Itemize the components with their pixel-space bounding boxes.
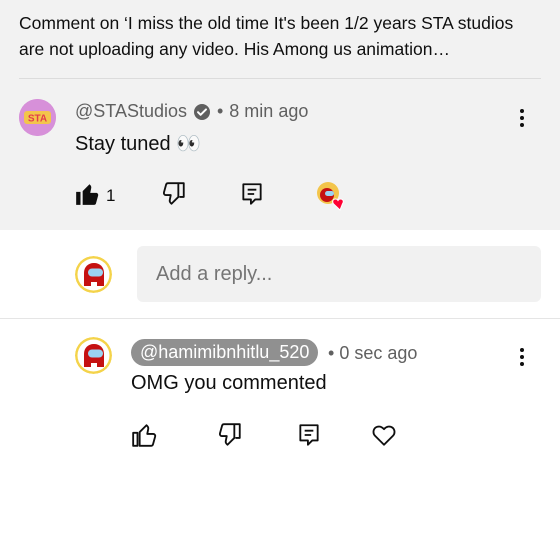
thumbs-up-icon [132,424,157,447]
sta-logo-icon: STA [19,99,56,136]
parent-comment-preview[interactable]: Comment on ‘I miss the old time It's bee… [19,10,541,62]
comment-meta: @STAStudios • 8 min ago [75,101,308,122]
avatar[interactable] [75,337,112,374]
comment-text: OMG you commented [131,372,327,394]
author-name[interactable]: @STAStudios [75,101,187,122]
mention-chip[interactable]: @hamimibnhitlu_520 [131,339,319,366]
kebab-dot [520,116,524,120]
creator-heart [315,181,347,211]
divider [0,318,560,319]
thumbs-down-icon [218,423,241,446]
divider [19,78,541,79]
kebab-dot [520,123,524,127]
comment-icon [299,424,319,446]
heart-outline-icon [372,425,396,446]
like-button[interactable] [131,422,157,448]
crewmate-avatar-icon [75,337,112,374]
kebab-dot [520,355,524,359]
comment-time: 8 min ago [229,101,309,121]
kebab-dot [520,109,524,113]
more-options-button[interactable] [510,342,534,372]
comment-icon [242,183,262,205]
reply-input[interactable] [137,246,541,302]
verified-badge-icon [193,103,211,121]
comment-time-value: 0 sec ago [339,343,418,363]
separator-dot: • [328,343,335,363]
dislike-button[interactable] [217,422,243,448]
thumbs-down-icon [162,182,185,205]
comment-text: Stay tuned 👀 [75,133,202,155]
reply-button[interactable] [296,422,322,448]
creator-heart-icon [317,182,344,211]
comment-time: • 0 sec ago [328,343,417,364]
like-count: 1 [106,186,116,205]
crewmate-avatar-icon [75,256,112,293]
avatar[interactable]: STA [19,99,56,136]
avatar[interactable] [75,256,112,293]
like-button[interactable] [74,181,100,207]
avatar-logo-text: STA [28,114,47,125]
separator-dot: • [216,101,224,121]
more-options-button[interactable] [510,103,534,133]
thumbs-up-filled-icon [76,184,99,205]
heart-button[interactable] [371,422,397,448]
kebab-dot [520,348,524,352]
reply-button[interactable] [239,181,265,207]
dislike-button[interactable] [161,181,187,207]
kebab-dot [520,362,524,366]
